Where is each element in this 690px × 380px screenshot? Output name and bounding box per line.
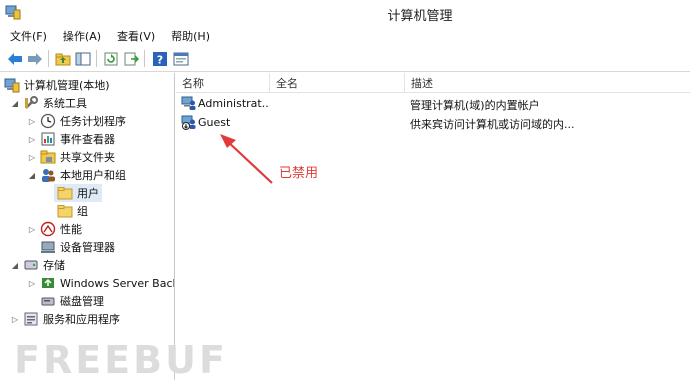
column-header-fullname[interactable]: 全名 bbox=[270, 73, 405, 93]
title-bar: 计算机管理 bbox=[0, 0, 690, 26]
tree-label-storage: 存储 bbox=[43, 259, 65, 272]
user-name-cell: Administrat... bbox=[198, 97, 270, 110]
tree-label-root: 计算机管理(本地) bbox=[24, 79, 110, 92]
menu-bar: 文件(F) 操作(A) 查看(V) 帮助(H) bbox=[0, 26, 690, 45]
collapse-arrow-icon[interactable]: ◢ bbox=[10, 98, 20, 108]
user-icon bbox=[181, 95, 197, 111]
tree-label-task-scheduler: 任务计划程序 bbox=[60, 115, 126, 128]
users-list-pane: 名称 全名 描述 Administrat... 管理计算机(域)的内置帐户 Gu… bbox=[176, 73, 690, 380]
refresh-icon[interactable] bbox=[102, 50, 120, 67]
tree-item-windows-backup[interactable]: ▷ Windows Server Back bbox=[27, 274, 175, 292]
folder-icon bbox=[57, 185, 73, 201]
folder-icon bbox=[57, 203, 73, 219]
tree-item-performance[interactable]: ▷ 性能 bbox=[27, 220, 82, 238]
up-folder-icon[interactable] bbox=[54, 50, 72, 67]
tree-item-device-manager[interactable]: 设备管理器 bbox=[40, 238, 115, 256]
menu-help[interactable]: 帮助(H) bbox=[163, 26, 218, 45]
toolbar: ? bbox=[0, 45, 690, 72]
tree-label-local-users: 本地用户和组 bbox=[60, 169, 126, 182]
event-viewer-icon bbox=[40, 131, 56, 147]
disabled-user-icon bbox=[181, 114, 197, 130]
tree-item-system-tools[interactable]: ◢ 系统工具 bbox=[10, 94, 87, 112]
shared-folder-icon bbox=[40, 149, 56, 165]
expand-arrow-icon[interactable]: ▷ bbox=[27, 278, 37, 288]
clock-icon bbox=[40, 113, 56, 129]
services-icon bbox=[23, 311, 39, 327]
tree-item-root[interactable]: 计算机管理(本地) bbox=[4, 76, 110, 94]
export-list-icon[interactable] bbox=[122, 50, 140, 67]
watermark: FREEBUF bbox=[14, 338, 228, 380]
tree-item-storage[interactable]: ◢ 存储 bbox=[10, 256, 65, 274]
expand-arrow-icon[interactable]: ▷ bbox=[27, 152, 37, 162]
disk-icon bbox=[40, 293, 56, 309]
tree-item-groups[interactable]: 组 bbox=[57, 202, 88, 220]
expand-arrow-icon[interactable]: ▷ bbox=[27, 134, 37, 144]
column-header-name[interactable]: 名称 bbox=[176, 73, 270, 93]
navigation-tree: 计算机管理(本地) ◢ 系统工具 ▷ 任务计划程序 ▷ 事件查看器 ▷ 共享文件… bbox=[0, 73, 175, 380]
tree-item-task-scheduler[interactable]: ▷ 任务计划程序 bbox=[27, 112, 126, 130]
annotation-arrow bbox=[220, 134, 273, 184]
tree-label-device-manager: 设备管理器 bbox=[60, 241, 115, 254]
computer-management-icon bbox=[4, 77, 20, 93]
tree-item-shared-folders[interactable]: ▷ 共享文件夹 bbox=[27, 148, 115, 166]
tree-item-users[interactable]: 用户 bbox=[54, 184, 102, 202]
window-title: 计算机管理 bbox=[387, 9, 453, 24]
expand-arrow-icon[interactable]: ▷ bbox=[27, 224, 37, 234]
tree-label-shared-folders: 共享文件夹 bbox=[60, 151, 115, 164]
tree-item-disk-management[interactable]: 磁盘管理 bbox=[40, 292, 104, 310]
storage-icon bbox=[23, 257, 39, 273]
menu-view[interactable]: 查看(V) bbox=[109, 26, 163, 45]
disabled-annotation: 已禁用 bbox=[279, 166, 319, 181]
show-hide-tree-icon[interactable] bbox=[74, 50, 92, 67]
menu-action[interactable]: 操作(A) bbox=[55, 26, 109, 45]
column-header-description[interactable]: 描述 bbox=[405, 73, 690, 93]
tree-label-disk-management: 磁盘管理 bbox=[60, 295, 104, 308]
expand-arrow-icon[interactable]: ▷ bbox=[27, 116, 37, 126]
performance-icon bbox=[40, 221, 56, 237]
tree-label-users: 用户 bbox=[77, 187, 99, 200]
collapse-arrow-icon[interactable]: ◢ bbox=[27, 170, 37, 180]
list-row[interactable]: Administrat... 管理计算机(域)的内置帐户 bbox=[176, 94, 690, 113]
svg-text:?: ? bbox=[157, 53, 163, 66]
device-manager-icon bbox=[40, 239, 56, 255]
tree-label-event-viewer: 事件查看器 bbox=[60, 133, 115, 146]
tree-label-services-apps: 服务和应用程序 bbox=[43, 313, 120, 326]
tree-label-system-tools: 系统工具 bbox=[43, 97, 87, 110]
forward-icon[interactable] bbox=[26, 50, 44, 67]
collapse-arrow-icon[interactable]: ◢ bbox=[10, 260, 20, 270]
tree-label-groups: 组 bbox=[77, 205, 88, 218]
backup-icon bbox=[40, 275, 56, 291]
tree-label-windows-backup: Windows Server Back bbox=[60, 276, 175, 290]
help-icon[interactable]: ? bbox=[151, 50, 169, 67]
tree-item-local-users[interactable]: ◢ 本地用户和组 bbox=[27, 166, 126, 184]
back-icon[interactable] bbox=[6, 50, 24, 67]
tree-label-performance: 性能 bbox=[60, 223, 82, 236]
properties-icon[interactable] bbox=[172, 50, 190, 67]
user-description-cell: 供来宾访问计算机或访问域的内... bbox=[410, 118, 575, 131]
expand-arrow-icon[interactable]: ▷ bbox=[10, 314, 20, 324]
user-description-cell: 管理计算机(域)的内置帐户 bbox=[410, 99, 540, 112]
menu-file[interactable]: 文件(F) bbox=[0, 26, 55, 45]
users-group-icon bbox=[40, 167, 56, 183]
tree-item-services-apps[interactable]: ▷ 服务和应用程序 bbox=[10, 310, 120, 328]
system-tools-icon bbox=[23, 95, 39, 111]
tree-item-event-viewer[interactable]: ▷ 事件查看器 bbox=[27, 130, 115, 148]
